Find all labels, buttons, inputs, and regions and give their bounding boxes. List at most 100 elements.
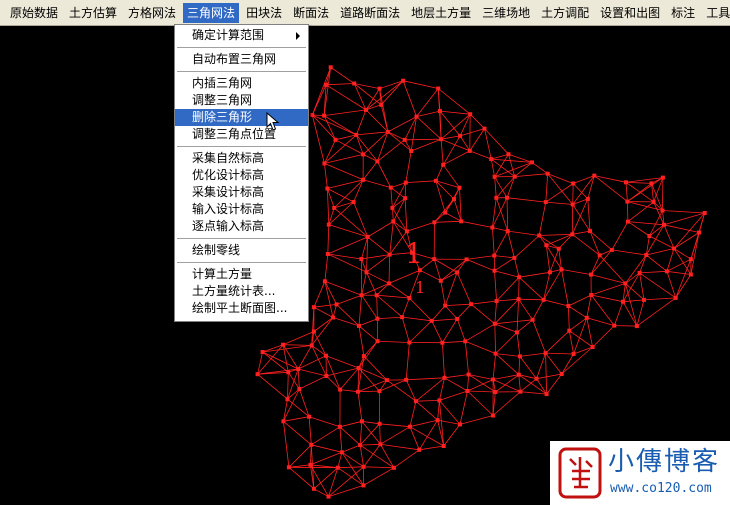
mesh-edge — [465, 323, 496, 342]
mesh-edge — [625, 181, 652, 184]
watermark-title: 小傳博客 — [608, 447, 721, 477]
mesh-edge — [494, 319, 533, 325]
mesh-edge — [358, 367, 388, 381]
dropdown-item[interactable]: 绘制零线 — [175, 242, 308, 259]
dropdown-item[interactable]: 采集设计标高 — [175, 184, 308, 201]
mesh-edge — [379, 423, 381, 445]
mesh-edge — [514, 257, 520, 278]
mesh-node — [491, 413, 495, 418]
mesh-edge — [518, 276, 544, 301]
mesh-node — [377, 389, 382, 394]
mesh-edge — [355, 134, 378, 162]
mesh-edge — [494, 300, 497, 324]
dropdown-item[interactable]: 调整三角网 — [175, 92, 308, 109]
mesh-edge — [402, 316, 432, 322]
mesh-node — [469, 302, 474, 307]
dropdown-item-label: 确定计算范围 — [192, 28, 265, 42]
dropdown-item-label: 绘制零线 — [192, 243, 241, 257]
mesh-edge — [545, 201, 573, 205]
mesh-edge — [646, 254, 668, 272]
mesh-edge — [359, 445, 364, 467]
mesh-node — [361, 152, 366, 157]
mesh-edge — [404, 198, 408, 232]
menu-item-4[interactable]: 田块法 — [242, 3, 286, 23]
mesh-edge — [437, 400, 440, 421]
mesh-node — [624, 180, 628, 185]
mesh-node — [571, 352, 576, 356]
menu-item-5[interactable]: 断面法 — [289, 3, 333, 23]
menu-item-7[interactable]: 地层土方量 — [407, 3, 475, 23]
mesh-node — [492, 321, 497, 326]
dropdown-item[interactable]: 绘制平土断面图... — [175, 300, 308, 317]
mesh-edge — [444, 374, 469, 379]
mesh-edge — [518, 277, 520, 300]
menu-item-12[interactable]: 工具 — [702, 3, 730, 23]
mesh-edge — [538, 235, 560, 250]
mesh-edge — [467, 374, 469, 392]
mesh-node — [660, 208, 665, 213]
mesh-node — [505, 229, 510, 234]
dropdown-item[interactable]: 删除三角形 — [175, 109, 308, 126]
mesh-node — [662, 222, 666, 227]
mesh-edge — [311, 426, 341, 446]
mesh-edge — [491, 158, 533, 163]
menu-item-3[interactable]: 三角网法 — [183, 2, 240, 23]
mesh-edge — [377, 161, 392, 188]
dropdown-item[interactable]: 优化设计标高 — [175, 167, 308, 184]
menu-item-9[interactable]: 土方调配 — [537, 3, 593, 23]
mesh-edge — [363, 355, 388, 381]
mesh-node — [625, 219, 630, 224]
mesh-node — [493, 390, 498, 394]
dropdown-item[interactable]: 采集自然标高 — [175, 150, 308, 167]
mesh-node — [649, 181, 654, 186]
mesh-edge — [573, 317, 588, 355]
mesh-node — [375, 159, 380, 164]
mesh-edge — [324, 154, 364, 164]
drawing-canvas[interactable]: 1 1 — [0, 26, 730, 505]
mesh-edge — [376, 294, 410, 299]
mesh-node — [400, 315, 405, 320]
mesh-edge — [288, 464, 311, 468]
mesh-node — [357, 323, 361, 328]
dropdown-item[interactable]: 确定计算范围 — [175, 27, 308, 44]
mesh-edge — [545, 173, 549, 203]
menu-item-2[interactable]: 方格网法 — [124, 3, 180, 23]
menu-item-0[interactable]: 原始数据 — [6, 3, 62, 23]
mesh-node — [688, 272, 693, 277]
mesh-edge — [376, 295, 378, 319]
mesh-node — [356, 389, 360, 394]
dropdown-item[interactable]: 输入设计标高 — [175, 201, 308, 218]
menu-item-6[interactable]: 道路断面法 — [336, 3, 404, 23]
dropdown-item[interactable]: 自动布置三角网 — [175, 51, 308, 68]
mesh-edge — [589, 230, 613, 251]
mesh-node — [584, 315, 589, 320]
mesh-node — [339, 450, 344, 455]
menu-item-10[interactable]: 设置和出图 — [596, 3, 664, 23]
dropdown-item[interactable]: 计算土方量 — [175, 266, 308, 283]
mesh-edge — [494, 323, 518, 333]
mesh-node — [660, 175, 665, 180]
menu-item-11[interactable]: 标注 — [667, 3, 699, 23]
mesh-edge — [288, 444, 312, 468]
menu-separator — [177, 47, 306, 48]
mesh-edge — [496, 298, 519, 302]
mesh-node — [442, 375, 447, 380]
dropdown-item[interactable]: 逐点输入标高 — [175, 218, 308, 235]
mesh-edge — [328, 485, 364, 497]
dropdown-item[interactable]: 内插三角网 — [175, 75, 308, 92]
mesh-edge — [257, 368, 299, 375]
mesh-edge — [493, 230, 509, 256]
menu-item-1[interactable]: 土方估算 — [65, 3, 121, 23]
menu-item-8[interactable]: 三维场地 — [478, 3, 534, 23]
mesh-node — [311, 305, 316, 310]
mesh-node — [331, 315, 335, 320]
mesh-edge — [456, 303, 472, 320]
mesh-edge — [519, 352, 546, 357]
dropdown-item[interactable]: 调整三角点位置 — [175, 126, 308, 143]
mesh-edge — [404, 138, 442, 141]
mesh-edge — [353, 201, 369, 238]
mesh-node — [438, 278, 443, 283]
mesh-node — [585, 196, 590, 201]
mesh-node — [644, 253, 649, 257]
dropdown-item[interactable]: 土方量统计表... — [175, 283, 308, 300]
